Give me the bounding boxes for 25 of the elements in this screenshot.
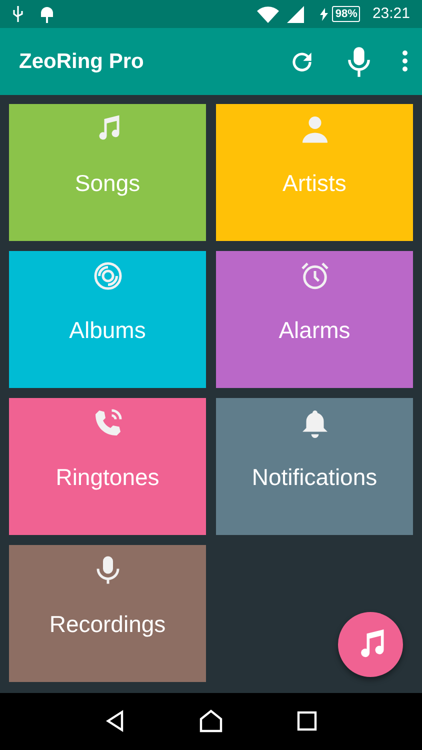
category-tile[interactable]: Recordings xyxy=(9,545,206,682)
recent-apps-button[interactable] xyxy=(297,710,317,734)
category-tile[interactable]: Artists xyxy=(216,104,413,241)
home-button[interactable] xyxy=(199,709,223,734)
person-icon xyxy=(300,114,330,144)
category-tile[interactable]: Alarms xyxy=(216,251,413,388)
disc-icon xyxy=(92,261,122,291)
category-tile[interactable]: Ringtones xyxy=(9,398,206,535)
category-tile[interactable]: Albums xyxy=(9,251,206,388)
category-tile[interactable]: Notifications xyxy=(216,398,413,535)
alarm-clock-icon xyxy=(300,261,330,291)
signal-icon xyxy=(287,6,304,22)
phone-icon xyxy=(92,408,122,438)
android-icon xyxy=(40,6,54,22)
app-title: ZeoRing Pro xyxy=(19,48,144,75)
charging-icon xyxy=(320,8,328,20)
category-tile[interactable]: Songs xyxy=(9,104,206,241)
microphone-button[interactable] xyxy=(346,46,372,78)
battery-indicator: 98% xyxy=(332,6,360,22)
clock-time: 23:21 xyxy=(372,4,410,24)
back-button[interactable] xyxy=(105,710,125,734)
wifi-icon xyxy=(257,6,280,22)
usb-icon xyxy=(12,6,24,22)
bell-icon xyxy=(300,408,330,438)
more-options-button[interactable] xyxy=(402,50,408,74)
